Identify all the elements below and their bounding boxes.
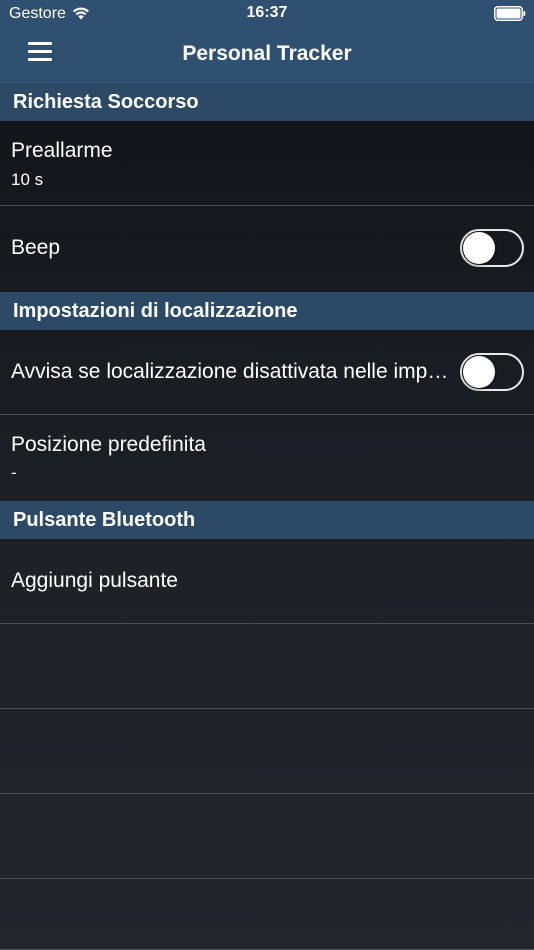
beep-toggle[interactable] [460, 229, 524, 267]
app-header: Gestore 16:37 Personal Tracker [0, 0, 534, 83]
row-title: Preallarme [11, 139, 113, 162]
section-header-richiesta-soccorso: Richiesta Soccorso [0, 83, 534, 121]
row-title: Beep [11, 236, 61, 259]
row-value: 10 s [11, 170, 44, 189]
nav-bar: Personal Tracker [0, 28, 534, 83]
empty-row [0, 624, 534, 709]
settings-row-posizione-predefinita[interactable]: Posizione predefinita - [0, 415, 534, 500]
battery-icon [494, 6, 526, 21]
toggle-knob [463, 356, 495, 388]
settings-row-aggiungi-pulsante[interactable]: Aggiungi pulsante [0, 539, 534, 624]
row-title: Avvisa se localizzazione disattivata nel… [11, 360, 457, 383]
section-header-localizzazione: Impostazioni di localizzazione [0, 292, 534, 330]
empty-row [0, 709, 534, 794]
settings-row-beep: Beep [0, 206, 534, 291]
section-header-pulsante-bluetooth: Pulsante Bluetooth [0, 501, 534, 539]
empty-row [0, 794, 534, 879]
page-title: Personal Tracker [182, 42, 352, 65]
status-time: 16:37 [246, 4, 288, 21]
empty-row [0, 879, 534, 950]
avvisa-localizzazione-toggle[interactable] [460, 353, 524, 391]
settings-row-avvisa-localizzazione: Avvisa se localizzazione disattivata nel… [0, 330, 534, 415]
toggle-knob [463, 232, 495, 264]
row-value: - [11, 463, 17, 482]
status-bar: Gestore 16:37 [0, 0, 534, 28]
row-title: Posizione predefinita [11, 433, 206, 456]
settings-row-preallarme[interactable]: Preallarme 10 s [0, 121, 534, 206]
row-title: Aggiungi pulsante [11, 569, 178, 592]
